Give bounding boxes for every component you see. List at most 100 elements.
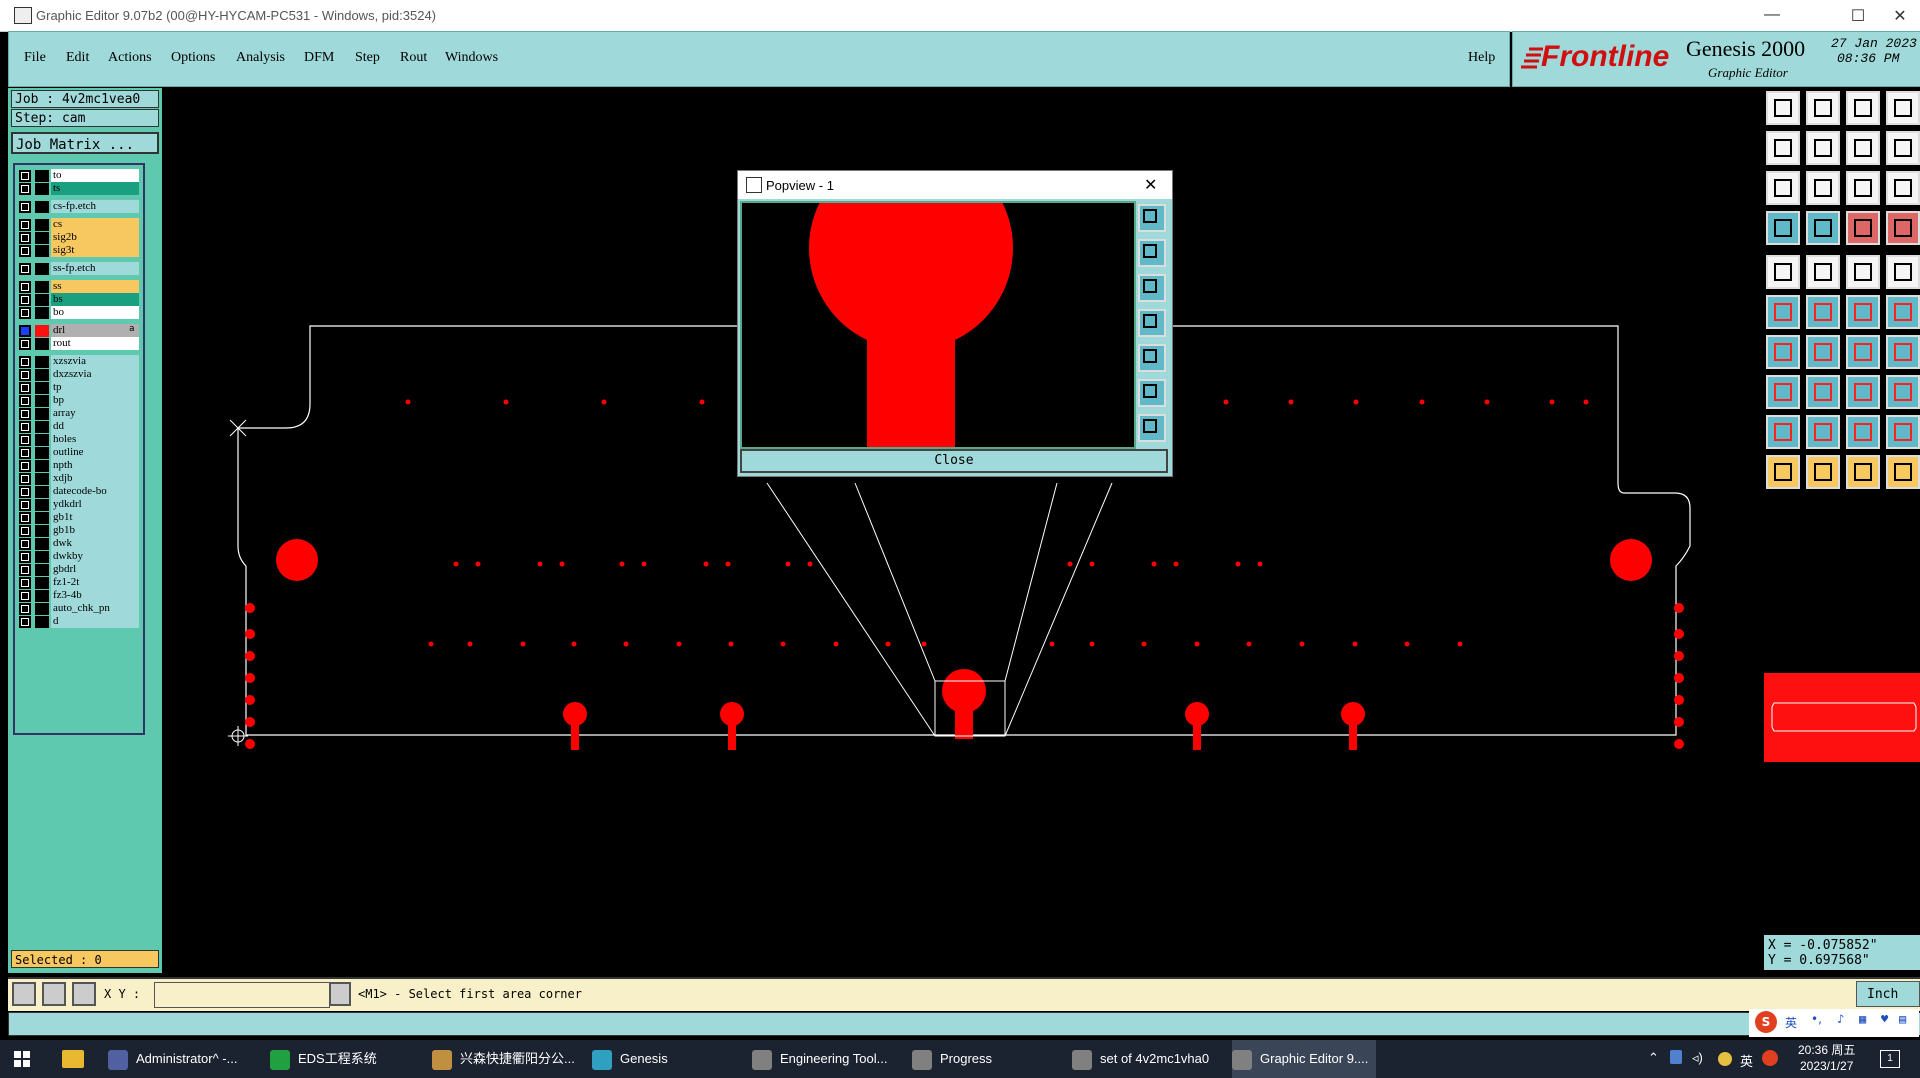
tray-ime-lang[interactable]: 英 (1740, 1051, 1753, 1070)
layer-name[interactable]: tp (51, 381, 139, 394)
minimize-button[interactable]: — (1752, 6, 1792, 24)
ime-keyboard-icon[interactable]: ▦ (1859, 1012, 1866, 1026)
tool-cross-icon[interactable] (1806, 295, 1840, 329)
taskbar-item[interactable]: EDS工程系统 (270, 1040, 377, 1078)
layer-row-tp[interactable]: tp (17, 381, 139, 395)
layer-name[interactable]: d (51, 615, 139, 628)
layer-checkbox[interactable] (19, 245, 31, 257)
layer-name[interactable]: ts (51, 182, 139, 195)
layer-row-drl[interactable]: drl a (17, 324, 139, 338)
popview-close-button[interactable]: Close (740, 449, 1168, 473)
layer-name[interactable]: auto_chk_pn (51, 602, 139, 615)
maximize-button[interactable]: ☐ (1838, 6, 1878, 26)
menu-options[interactable]: Options (171, 50, 215, 66)
layer-checkbox[interactable] (19, 382, 31, 394)
layer-checkbox[interactable] (19, 395, 31, 407)
layer-name[interactable]: drl (51, 324, 139, 337)
layer-checkbox[interactable] (19, 473, 31, 485)
tool-line-cut-icon[interactable] (1806, 255, 1840, 289)
layer-checkbox[interactable] (19, 460, 31, 472)
tool-home-icon[interactable] (1846, 91, 1880, 125)
layer-row-rout[interactable]: rout (17, 337, 139, 351)
tool-line-red-icon[interactable] (1766, 335, 1800, 369)
layer-name[interactable]: outline (51, 446, 139, 459)
layer-checkbox[interactable] (19, 369, 31, 381)
layer-row-dd[interactable]: dd (17, 420, 139, 434)
taskbar-item[interactable]: Graphic Editor 9.... (1232, 1040, 1377, 1078)
sogou-ime-icon[interactable]: S (1755, 1011, 1777, 1033)
menu-edit[interactable]: Edit (66, 50, 89, 66)
layer-row-bp[interactable]: bp (17, 394, 139, 408)
tool-select-path-icon[interactable] (1886, 455, 1920, 489)
layer-name[interactable]: array (51, 407, 139, 420)
tool-shapes-icon[interactable] (1886, 375, 1920, 409)
tool-box-icon[interactable] (1846, 375, 1880, 409)
popview-zoom-in-icon[interactable] (1138, 239, 1166, 267)
layer-checkbox[interactable] (19, 434, 31, 446)
layer-row-dxzszvia[interactable]: dxzszvia (17, 368, 139, 382)
menu-windows[interactable]: Windows (445, 50, 498, 66)
file-explorer-icon[interactable] (62, 1050, 84, 1068)
start-windows-icon[interactable] (14, 1051, 30, 1067)
popview-fit-icon[interactable] (1138, 379, 1166, 407)
popview-zoom-home-icon[interactable] (1138, 204, 1166, 232)
layer-checkbox[interactable] (19, 499, 31, 511)
tool-mirror-icon[interactable] (1886, 335, 1920, 369)
snap-icon[interactable] (12, 982, 36, 1006)
tool-zoom-home-icon[interactable] (1766, 91, 1800, 125)
layer-name[interactable]: fz1-2t (51, 576, 139, 589)
ime-menu-icon[interactable]: ▤ (1899, 1012, 1906, 1026)
layer-name[interactable]: ss (51, 280, 139, 293)
taskbar-item[interactable]: Genesis (592, 1040, 668, 1078)
layer-row-gb1t[interactable]: gb1t (17, 511, 139, 525)
layer-name[interactable]: dxzszvia (51, 368, 139, 381)
tool-center-icon[interactable] (1806, 171, 1840, 205)
tray-network-icon[interactable] (1670, 1050, 1682, 1064)
layer-name[interactable]: to (51, 169, 139, 182)
tray-clock[interactable]: 20:36 周五 2023/1/27 (1798, 1042, 1855, 1074)
layer-name[interactable]: xzszvia (51, 355, 139, 368)
layer-row-ts[interactable]: ts (17, 182, 139, 196)
measure-icon[interactable] (42, 982, 66, 1006)
taskbar-item[interactable]: Engineering Tool... (752, 1040, 887, 1078)
layer-checkbox[interactable] (19, 577, 31, 589)
ime-punctuation-icon[interactable]: •, (1811, 1012, 1822, 1026)
tool-pad-icon[interactable] (1766, 255, 1800, 289)
layer-row-ydkdrl[interactable]: ydkdrl (17, 498, 139, 512)
layer-checkbox[interactable] (19, 512, 31, 524)
tool-triangle-icon[interactable] (1766, 415, 1800, 449)
layer-checkbox[interactable] (19, 564, 31, 576)
layer-name[interactable]: dwk (51, 537, 139, 550)
layer-checkbox[interactable] (19, 201, 31, 213)
layer-row-d[interactable]: d (17, 615, 139, 629)
layer-checkbox[interactable] (19, 590, 31, 602)
layer-row-auto-chk-pn[interactable]: auto_chk_pn (17, 602, 139, 616)
tool-arrow-b-icon[interactable] (1846, 415, 1880, 449)
job-matrix-button[interactable]: Job Matrix ... (11, 132, 159, 154)
layer-checkbox[interactable] (19, 338, 31, 350)
menu-rout[interactable]: Rout (400, 50, 427, 66)
tool-select-pointer-icon[interactable] (1766, 455, 1800, 489)
layer-name[interactable]: bp (51, 394, 139, 407)
layer-checkbox[interactable] (19, 603, 31, 615)
layer-checkbox[interactable] (19, 356, 31, 368)
layer-name[interactable]: cs-fp.etch (51, 200, 139, 213)
layer-row-ss[interactable]: ss (17, 280, 139, 294)
layer-checkbox[interactable] (19, 232, 31, 244)
layer-checkbox[interactable] (19, 307, 31, 319)
layer-checkbox[interactable] (19, 408, 31, 420)
tool-snap-a-icon[interactable] (1766, 211, 1800, 245)
layer-name[interactable]: ss-fp.etch (51, 262, 139, 275)
popview-zoom-out-icon[interactable] (1138, 274, 1166, 302)
popview-close-icon[interactable]: ✕ (1144, 175, 1157, 195)
layer-name[interactable]: datecode-bo (51, 485, 139, 498)
close-button[interactable]: ✕ (1880, 6, 1920, 26)
notification-icon[interactable]: 1 (1880, 1050, 1900, 1068)
xy-input[interactable] (154, 982, 330, 1008)
tray-status-icon[interactable] (1718, 1052, 1732, 1066)
layer-name[interactable]: dd (51, 420, 139, 433)
layer-name[interactable]: gbdrl (51, 563, 139, 576)
tool-snake-icon[interactable] (1886, 131, 1920, 165)
menu-dfm[interactable]: DFM (304, 50, 334, 66)
tool-copy-icon[interactable] (1766, 375, 1800, 409)
